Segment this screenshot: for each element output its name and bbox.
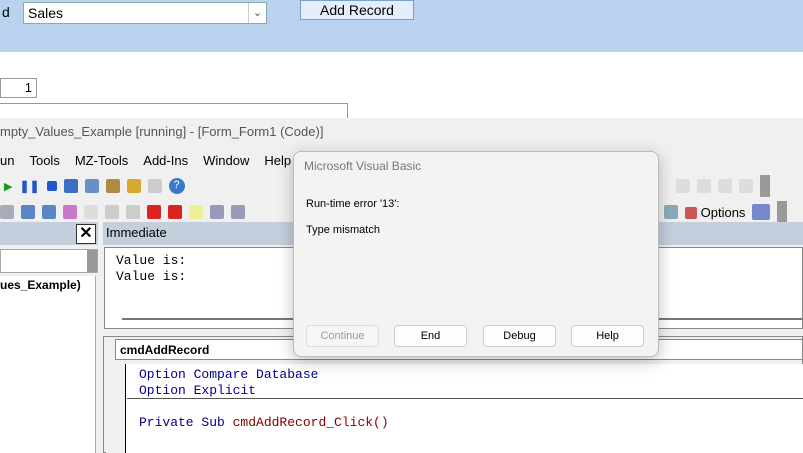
code-line: Option Explicit [139, 383, 257, 398]
menu-mz-tools[interactable]: MZ-Tools [75, 153, 128, 168]
menu-tools[interactable]: Tools [29, 153, 59, 168]
menu-add-ins[interactable]: Add-Ins [143, 153, 188, 168]
continue-button[interactable]: Continue [306, 325, 379, 347]
code-margin[interactable] [106, 364, 126, 453]
chevron-down-icon[interactable]: ⌄ [248, 3, 266, 23]
object-browser-icon[interactable] [126, 179, 141, 193]
department-combo[interactable]: Sales ⌄ [23, 2, 267, 24]
breakpoint-icon[interactable] [147, 205, 161, 219]
toolbar-overflow-icon[interactable] [760, 175, 770, 197]
clear-breakpoint-icon[interactable] [168, 205, 182, 219]
bookmark-next-icon[interactable] [697, 179, 711, 193]
menu-help[interactable]: Help [264, 153, 291, 168]
eraser-icon[interactable] [63, 205, 77, 219]
menu-window[interactable]: Window [203, 153, 249, 168]
review-icon[interactable] [664, 205, 678, 219]
fp-icon[interactable] [84, 205, 98, 219]
toolbox-icon[interactable] [147, 179, 162, 193]
design-mode-icon[interactable] [63, 179, 78, 193]
help-book-icon[interactable] [752, 204, 771, 220]
code-builder-icon[interactable] [105, 205, 119, 219]
mz-toolbar-right [676, 175, 770, 197]
error-dialog: Microsoft Visual Basic Run-time error '1… [293, 151, 659, 357]
insert-icon[interactable] [210, 205, 224, 219]
indent-icon[interactable] [21, 205, 35, 219]
bookmark-clear-icon[interactable] [739, 179, 753, 193]
list-properties-icon[interactable] [0, 205, 14, 219]
add-icon[interactable] [231, 205, 245, 219]
menu-run[interactable]: un [0, 153, 14, 168]
standard-toolbar: ▶ ❚❚ ? [4, 175, 185, 197]
add-record-button[interactable]: Add Record [300, 0, 414, 20]
error-message: Type mismatch [306, 224, 380, 236]
project-tree [0, 276, 96, 453]
menu-bar: un Tools MZ-Tools Add-Ins Window Help [0, 153, 306, 168]
field-label: d [2, 4, 10, 20]
project-explorer-icon[interactable] [84, 179, 99, 193]
options-button[interactable]: Options [685, 205, 745, 220]
number-textbox[interactable]: 1 [0, 78, 37, 98]
options-label: Options [700, 204, 746, 220]
tree-icon[interactable] [126, 205, 140, 219]
bookmark-disabled-icon[interactable] [676, 179, 690, 193]
dialog-title: Microsoft Visual Basic [304, 159, 422, 173]
tools-icon [685, 207, 697, 220]
end-button[interactable]: End [394, 325, 467, 347]
combo-value: Sales [28, 5, 64, 21]
code-line: Option Compare Database [139, 367, 319, 382]
run-icon[interactable]: ▶ [4, 180, 12, 193]
help-button[interactable]: Help [571, 325, 644, 347]
vbe-title: mpty_Values_Example [running] - [Form_Fo… [0, 124, 324, 139]
properties-icon[interactable] [105, 179, 120, 193]
debug-button[interactable]: Debug [483, 325, 556, 347]
help-icon[interactable]: ? [168, 178, 185, 194]
code-line: Private Sub cmdAddRecord_Click() [139, 415, 389, 430]
toolbar-overflow-icon[interactable] [777, 201, 788, 223]
edit-toolbar [0, 201, 245, 223]
code-identifier: cmdAddRecord_Click() [232, 415, 389, 430]
project-tree-item[interactable]: ues_Example) [0, 278, 81, 292]
error-code: Run-time error '13': [306, 198, 400, 210]
pause-icon[interactable]: ❚❚ [19, 179, 39, 193]
bookmark-icon[interactable] [189, 205, 203, 219]
close-icon[interactable]: ✕ [76, 224, 96, 244]
stop-icon[interactable] [46, 181, 57, 191]
procedure-separator [127, 398, 803, 399]
project-combo[interactable] [0, 249, 98, 273]
bookmark-prev-icon[interactable] [718, 179, 732, 193]
dropdown-icon[interactable] [87, 250, 97, 272]
options-toolbar: Options [664, 201, 788, 223]
outdent-icon[interactable] [42, 205, 56, 219]
code-keyword: Private Sub [139, 415, 233, 430]
